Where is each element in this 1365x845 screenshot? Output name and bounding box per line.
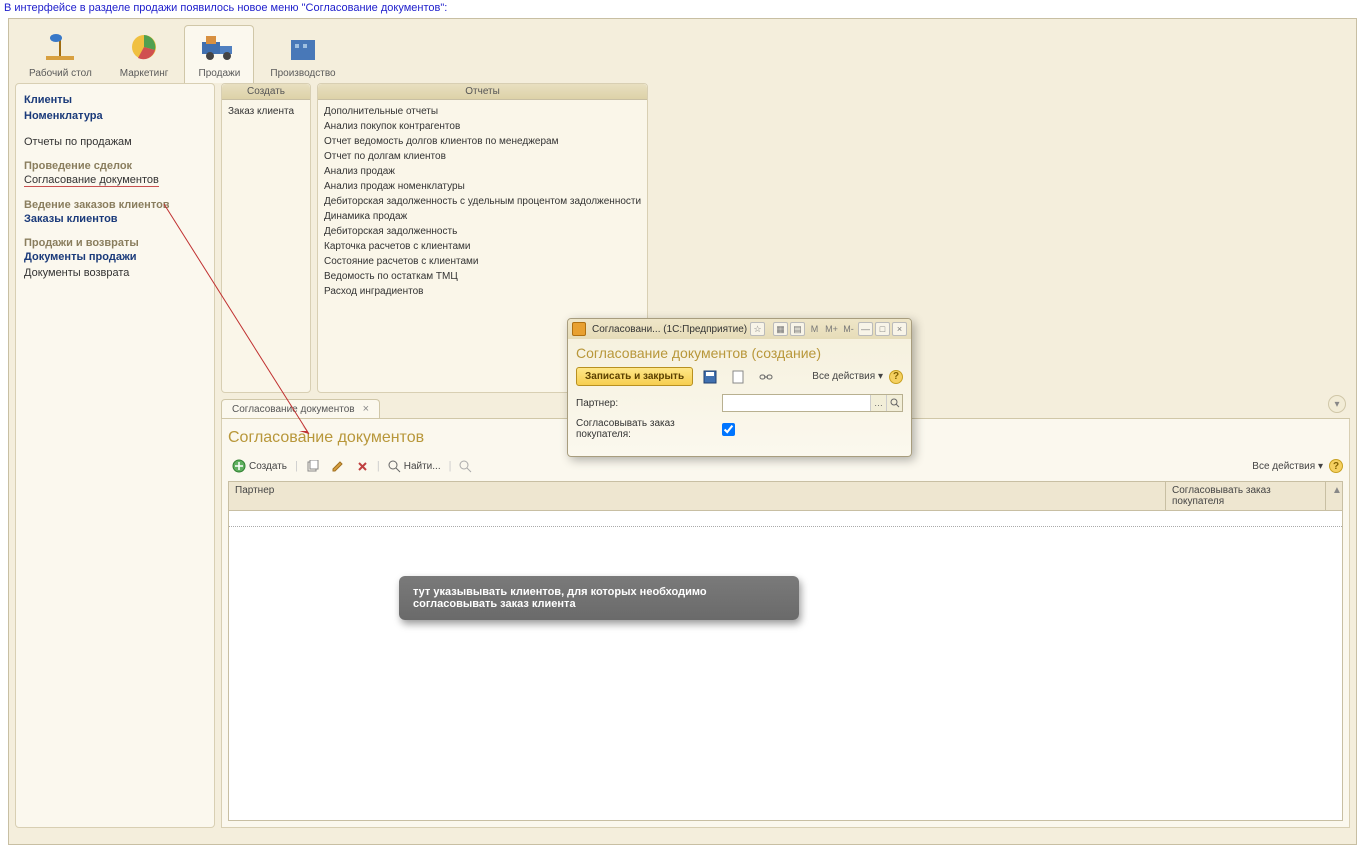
- sidebar-client-orders[interactable]: Заказы клиентов: [24, 211, 206, 227]
- app-icon: [572, 322, 586, 336]
- nav-marketing[interactable]: Маркетинг: [108, 26, 181, 83]
- report-item[interactable]: Анализ продаж номенклатуры: [324, 179, 641, 194]
- desk-lamp-icon: [40, 30, 80, 64]
- nav-desktop[interactable]: Рабочий стол: [17, 26, 104, 83]
- tab-approval[interactable]: Согласование документов ×: [221, 399, 380, 418]
- callout-tooltip: тут указывывать клиентов, для которых не…: [399, 576, 799, 620]
- delete-icon: [356, 460, 369, 473]
- report-item[interactable]: Ведомость по остаткам ТМЦ: [324, 269, 641, 284]
- grid-body[interactable]: тут указывывать клиентов, для которых не…: [228, 511, 1343, 821]
- section-deals: Проведение сделок: [24, 160, 206, 172]
- sidebar-sales-docs[interactable]: Документы продажи: [24, 249, 206, 265]
- col-approve[interactable]: Согласовывать заказ покупателя: [1166, 482, 1326, 510]
- nav-production[interactable]: Производство: [258, 26, 347, 83]
- list-area: Согласование документов Создать | | Найт…: [221, 419, 1350, 828]
- truck-icon: [199, 30, 239, 64]
- m-plus-button[interactable]: M+: [824, 322, 839, 336]
- section-sales-returns: Продажи и возвраты: [24, 237, 206, 249]
- grid-header: Партнер Согласовывать заказ покупателя ▲: [228, 481, 1343, 511]
- nav-label: Продажи: [199, 68, 241, 79]
- report-item[interactable]: Дополнительные отчеты: [324, 104, 641, 119]
- top-nav: Рабочий стол Маркетинг Продажи Производс…: [9, 19, 1356, 83]
- partner-input[interactable]: [723, 395, 870, 411]
- panel-create: Создать Заказ клиента: [221, 83, 311, 393]
- partner-input-wrapper: …: [722, 394, 903, 412]
- link-button[interactable]: [755, 368, 777, 386]
- chevron-down-icon[interactable]: ▾: [1328, 395, 1346, 413]
- maximize-button[interactable]: □: [875, 322, 890, 336]
- approve-label: Согласовывать заказ покупателя:: [576, 418, 718, 440]
- dialog-all-actions[interactable]: Все действия ▾: [812, 371, 883, 382]
- clear-find-button[interactable]: [455, 458, 476, 475]
- calc-icon[interactable]: ▤: [790, 322, 805, 336]
- copy-icon: [306, 460, 319, 473]
- col-sort-icon[interactable]: ▲: [1326, 482, 1342, 510]
- save-button[interactable]: [699, 368, 721, 386]
- report-item[interactable]: Состояние расчетов с клиентами: [324, 254, 641, 269]
- nav-label: Производство: [270, 68, 335, 79]
- list-toolbar: Создать | | Найти... | Все действия ▾: [228, 455, 1343, 481]
- document-icon: [731, 370, 745, 384]
- floppy-icon: [703, 370, 717, 384]
- minimize-button[interactable]: —: [858, 322, 873, 336]
- sidebar-clients[interactable]: Клиенты: [24, 92, 206, 108]
- dialog-heading: Согласование документов (создание): [576, 345, 903, 361]
- search-icon: [388, 460, 401, 473]
- pencil-icon: [331, 460, 344, 473]
- pie-chart-icon: [124, 30, 164, 64]
- report-item[interactable]: Карточка расчетов с клиентами: [324, 239, 641, 254]
- close-icon[interactable]: ×: [363, 403, 369, 415]
- link-icon: [759, 370, 773, 384]
- page-annotation: В интерфейсе в разделе продажи появилось…: [0, 0, 1365, 16]
- create-button[interactable]: Создать: [228, 457, 291, 475]
- empty-row: [229, 511, 1342, 527]
- grid-icon[interactable]: ▦: [773, 322, 788, 336]
- help-icon[interactable]: ?: [889, 370, 903, 384]
- nav-label: Рабочий стол: [29, 68, 92, 79]
- tab-label: Согласование документов: [232, 404, 355, 415]
- dialog-approval-create: Согласовани... (1С:Предприятие) ☆ ▦ ▤ M …: [567, 318, 912, 457]
- m-button[interactable]: M: [807, 322, 822, 336]
- edit-button[interactable]: [327, 458, 348, 475]
- sidebar-return-docs[interactable]: Документы возврата: [24, 265, 206, 281]
- find-button[interactable]: Найти...: [384, 458, 445, 475]
- doc-button[interactable]: [727, 368, 749, 386]
- report-item[interactable]: Отчет по долгам клиентов: [324, 149, 641, 164]
- dialog-titlebar[interactable]: Согласовани... (1С:Предприятие) ☆ ▦ ▤ M …: [568, 319, 911, 339]
- all-actions-dropdown[interactable]: Все действия ▾: [1252, 461, 1323, 472]
- panel-reports-header: Отчеты: [318, 84, 647, 100]
- report-item[interactable]: Анализ продаж: [324, 164, 641, 179]
- ellipsis-button[interactable]: …: [870, 395, 886, 411]
- report-item[interactable]: Дебиторская задолженность с удельным про…: [324, 194, 641, 209]
- favorite-icon[interactable]: ☆: [750, 322, 765, 336]
- panel-create-header: Создать: [222, 84, 310, 100]
- section-orders: Ведение заказов клиентов: [24, 199, 206, 211]
- m-minus-button[interactable]: M-: [841, 322, 856, 336]
- report-item[interactable]: Анализ покупок контрагентов: [324, 119, 641, 134]
- dialog-title: Согласовани... (1С:Предприятие): [592, 324, 748, 335]
- partner-label: Партнер:: [576, 398, 718, 409]
- help-icon[interactable]: ?: [1329, 459, 1343, 473]
- factory-icon: [283, 30, 323, 64]
- sidebar: Клиенты Номенклатура Отчеты по продажам …: [15, 83, 215, 828]
- report-item[interactable]: Расход инградиентов: [324, 284, 641, 299]
- create-client-order[interactable]: Заказ клиента: [228, 104, 304, 119]
- sidebar-nomenclature[interactable]: Номенклатура: [24, 108, 206, 124]
- report-item[interactable]: Отчет ведомость долгов клиентов по менед…: [324, 134, 641, 149]
- lookup-icon[interactable]: [886, 395, 902, 411]
- copy-button[interactable]: [302, 458, 323, 475]
- report-item[interactable]: Дебиторская задолженность: [324, 224, 641, 239]
- sidebar-reports[interactable]: Отчеты по продажам: [24, 134, 206, 150]
- add-icon: [232, 459, 246, 473]
- sidebar-approval[interactable]: Согласование документов: [24, 172, 206, 189]
- close-button[interactable]: ×: [892, 322, 907, 336]
- report-item[interactable]: Динамика продаж: [324, 209, 641, 224]
- approve-checkbox[interactable]: [722, 423, 735, 436]
- col-partner[interactable]: Партнер: [229, 482, 1166, 510]
- nav-label: Маркетинг: [120, 68, 169, 79]
- nav-sales[interactable]: Продажи: [184, 25, 254, 83]
- search-clear-icon: [459, 460, 472, 473]
- save-and-close-button[interactable]: Записать и закрыть: [576, 367, 693, 386]
- delete-button[interactable]: [352, 458, 373, 475]
